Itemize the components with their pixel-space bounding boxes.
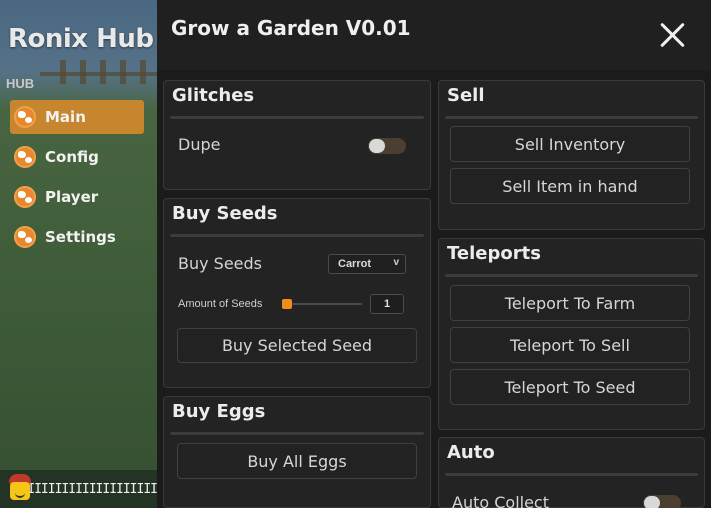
sidebar-item-label: Settings <box>45 228 116 246</box>
close-icon[interactable] <box>657 20 687 50</box>
auto-panel: Auto Auto Collect <box>438 437 705 508</box>
amount-slider-track[interactable] <box>282 303 362 305</box>
seed-dropdown[interactable]: Carrot v <box>328 254 406 274</box>
avatar <box>6 472 31 506</box>
buy-seeds-label: Buy Seeds <box>178 254 263 273</box>
seed-dropdown-value: Carrot <box>338 258 372 270</box>
globe-icon <box>14 106 36 128</box>
amount-value-input[interactable]: 1 <box>370 294 404 314</box>
buy-eggs-panel: Buy Eggs Buy All Eggs <box>163 396 431 508</box>
toggle-knob <box>369 139 385 153</box>
main-window: Grow a Garden V0.01 Glitches Dupe Buy Se… <box>157 0 711 508</box>
teleport-to-farm-button[interactable]: Teleport To Farm <box>450 285 690 321</box>
sidebar-item-label: Player <box>45 188 99 206</box>
globe-icon <box>14 226 36 248</box>
glitches-panel: Glitches Dupe <box>163 80 431 190</box>
hub-title: Ronix Hub <box>8 24 154 54</box>
sidebar-item-settings[interactable]: Settings <box>10 220 144 254</box>
sidebar-item-label: Config <box>45 148 99 166</box>
panel-title: Auto <box>447 442 495 463</box>
window-title: Grow a Garden V0.01 <box>171 16 411 40</box>
teleports-panel: Teleports Teleport To Farm Teleport To S… <box>438 238 705 430</box>
teleport-to-sell-button[interactable]: Teleport To Sell <box>450 327 690 363</box>
panel-title: Teleports <box>447 243 541 264</box>
sidebar: Ronix Hub HUB Main Config Player Setting… <box>0 0 158 508</box>
sell-panel: Sell Sell Inventory Sell Item in hand <box>438 80 705 230</box>
panel-divider <box>170 116 424 119</box>
panel-title: Buy Eggs <box>172 401 266 422</box>
avatar-face <box>10 482 30 500</box>
globe-icon <box>14 186 36 208</box>
panel-divider <box>170 234 424 237</box>
dupe-toggle[interactable] <box>368 138 406 154</box>
sidebar-section-label: HUB <box>6 76 35 91</box>
sidebar-item-config[interactable]: Config <box>10 140 144 174</box>
panel-divider <box>445 116 698 119</box>
sidebar-nav: Main Config Player Settings <box>10 100 144 260</box>
sell-item-in-hand-button[interactable]: Sell Item in hand <box>450 168 690 204</box>
window-titlebar: Grow a Garden V0.01 <box>157 0 711 70</box>
buy-selected-seed-button[interactable]: Buy Selected Seed <box>177 328 417 363</box>
auto-collect-toggle[interactable] <box>643 495 681 508</box>
panel-title: Glitches <box>172 85 255 106</box>
sidebar-item-player[interactable]: Player <box>10 180 144 214</box>
panel-divider <box>445 274 698 277</box>
chevron-down-icon: v <box>393 257 399 268</box>
globe-icon <box>14 146 36 168</box>
amount-slider-handle[interactable] <box>282 299 292 309</box>
panel-title: Buy Seeds <box>172 203 278 224</box>
username: IIIIIIIIIIIIIIIIIIII <box>20 481 158 497</box>
user-bar: IIIIIIIIIIIIIIIIIIII <box>0 470 158 508</box>
auto-collect-label: Auto Collect <box>452 493 549 508</box>
panel-divider <box>170 432 424 435</box>
teleport-to-seed-button[interactable]: Teleport To Seed <box>450 369 690 405</box>
sidebar-item-label: Main <box>45 108 86 126</box>
buy-all-eggs-button[interactable]: Buy All Eggs <box>177 443 417 479</box>
amount-slider-label: Amount of Seeds <box>178 298 263 310</box>
dupe-label: Dupe <box>178 135 221 154</box>
buy-seeds-panel: Buy Seeds Buy Seeds Carrot v Amount of S… <box>163 198 431 388</box>
sidebar-item-main[interactable]: Main <box>10 100 144 134</box>
panel-title: Sell <box>447 85 485 106</box>
panel-divider <box>445 473 698 476</box>
toggle-knob <box>644 496 660 508</box>
sell-inventory-button[interactable]: Sell Inventory <box>450 126 690 162</box>
